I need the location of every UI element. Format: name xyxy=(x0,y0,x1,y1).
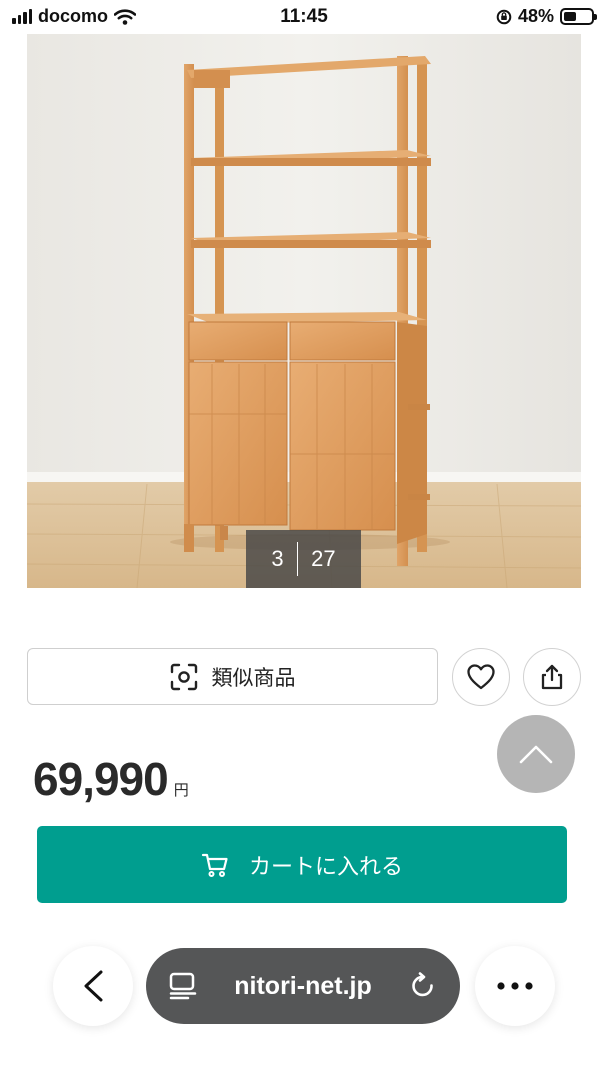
add-to-cart-button[interactable]: カートに入れる xyxy=(37,826,567,903)
battery-level xyxy=(564,12,577,21)
battery-icon xyxy=(560,8,597,25)
reload-icon[interactable] xyxy=(408,971,438,1001)
orientation-lock-icon xyxy=(496,9,512,24)
favorite-button[interactable] xyxy=(452,648,510,706)
scroll-top-button[interactable] xyxy=(497,715,575,793)
price-unit: 円 xyxy=(173,782,189,799)
image-counter: 3 27 xyxy=(246,530,361,588)
back-button[interactable] xyxy=(53,946,133,1026)
image-counter-total: 27 xyxy=(311,546,336,571)
share-icon xyxy=(541,664,563,690)
similar-items-button[interactable]: 類似商品 xyxy=(27,648,438,705)
share-button[interactable] xyxy=(523,648,581,706)
product-image[interactable] xyxy=(27,34,581,588)
add-to-cart-label: カートに入れる xyxy=(248,853,403,879)
status-bar: docomo 11:45 48% xyxy=(0,0,608,34)
chevron-up-icon xyxy=(519,745,553,764)
chevron-left-icon xyxy=(84,970,103,1002)
more-options-button[interactable] xyxy=(475,946,555,1026)
price: 69,990 円 xyxy=(33,752,189,806)
wooden-shelf-cabinet-photo xyxy=(27,34,581,588)
image-counter-current: 3 xyxy=(271,546,284,571)
status-right: 48% xyxy=(496,6,597,27)
price-value: 69,990 xyxy=(33,753,169,805)
cart-icon xyxy=(201,853,228,877)
address-bar[interactable]: nitori-net.jp xyxy=(146,948,460,1024)
image-counter-divider xyxy=(296,542,299,576)
similar-items-label: 類似商品 xyxy=(211,666,296,690)
page-settings-icon[interactable] xyxy=(168,972,198,1000)
battery-percent: 48% xyxy=(517,6,554,26)
heart-icon xyxy=(467,664,495,690)
more-icon xyxy=(497,982,533,990)
camera-scan-icon xyxy=(170,663,197,690)
url-text[interactable]: nitori-net.jp xyxy=(234,972,371,1001)
